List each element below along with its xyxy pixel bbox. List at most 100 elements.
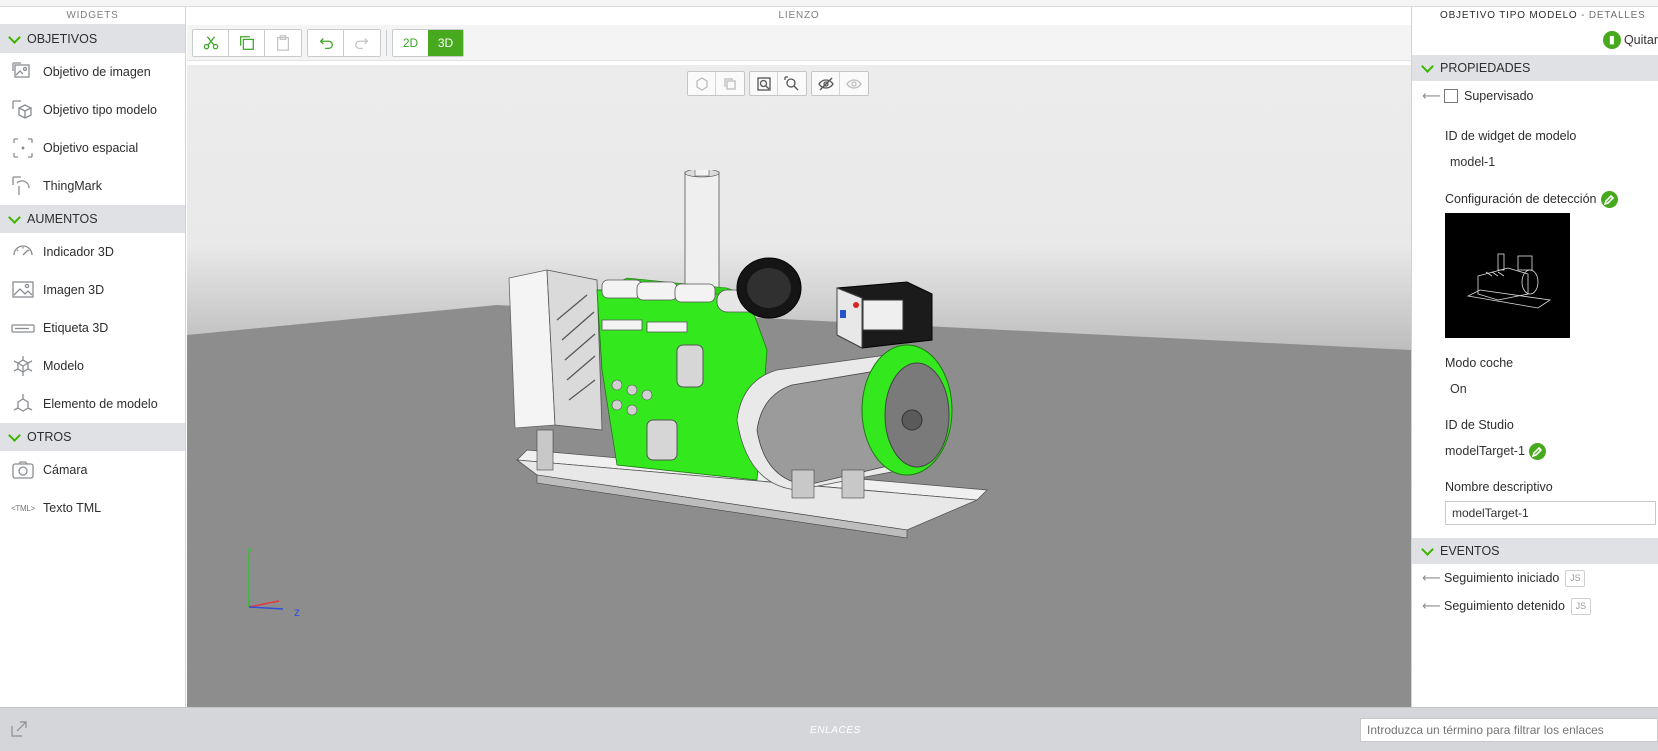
pencil-icon xyxy=(1532,446,1543,457)
undo-button[interactable] xyxy=(308,29,344,56)
details-title-sub: - DETALLES xyxy=(1581,10,1646,21)
gauge-icon xyxy=(10,239,36,265)
zoom-selected-button[interactable] xyxy=(778,72,806,95)
binding-arrow-icon[interactable]: ⟵ xyxy=(1422,598,1441,614)
widget-3d-label[interactable]: Etiqueta 3D xyxy=(0,309,185,347)
event-tracking-stopped[interactable]: ⟵ Seguimiento detenido JS xyxy=(1412,592,1658,620)
section-label: OTROS xyxy=(27,430,72,444)
widget-3d-image[interactable]: Imagen 3D xyxy=(0,271,185,309)
js-button[interactable]: JS xyxy=(1570,597,1591,615)
event-tracking-started[interactable]: ⟵ Seguimiento iniciado JS xyxy=(1412,564,1658,592)
zoom-fit-icon xyxy=(756,76,771,91)
mode-toggle: 2D 3D xyxy=(392,28,464,57)
friendly-name-label: Nombre descriptivo xyxy=(1445,480,1553,494)
generator-model[interactable] xyxy=(507,170,1027,540)
pencil-icon xyxy=(1604,194,1614,205)
model-widget-id-select[interactable]: model-1 xyxy=(1412,151,1658,173)
binding-arrow-icon[interactable]: ⟵ xyxy=(1422,88,1441,104)
copy-icon xyxy=(239,35,254,50)
zoom-selected-icon xyxy=(784,75,799,90)
model-target-icon xyxy=(10,97,36,123)
widget-label: Etiqueta 3D xyxy=(43,321,109,335)
section-aumentos[interactable]: AUMENTOS xyxy=(0,205,185,233)
top-strip xyxy=(0,0,1658,7)
redo-icon xyxy=(355,37,369,49)
studio-id-text: modelTarget-1 xyxy=(1445,444,1525,458)
cube-icon xyxy=(695,76,708,91)
car-mode-select[interactable]: On xyxy=(1412,378,1658,400)
section-objetivos[interactable]: OBJETIVOS xyxy=(0,25,185,53)
detection-config-label: Configuración de detección xyxy=(1412,191,1658,208)
widget-image-target[interactable]: Objetivo de imagen xyxy=(0,53,185,91)
supervised-checkbox[interactable] xyxy=(1444,89,1458,103)
edit-studio-id-button[interactable] xyxy=(1528,443,1546,461)
show-button[interactable] xyxy=(840,72,868,95)
3d-viewport[interactable]: y z xyxy=(187,65,1411,707)
widget-label: Objetivo tipo modelo xyxy=(43,103,157,117)
scissors-icon xyxy=(203,35,218,49)
chevron-down-icon xyxy=(8,210,21,224)
model-outline-preview xyxy=(1466,253,1551,308)
widget-thingmark[interactable]: ThingMark xyxy=(0,167,185,205)
model-icon xyxy=(10,353,36,379)
trash-icon: ▮ xyxy=(1602,31,1621,49)
paste-button[interactable] xyxy=(265,30,301,56)
thingmark-icon xyxy=(10,173,36,199)
edit-detection-button[interactable] xyxy=(1600,191,1618,208)
section-properties[interactable]: PROPIEDADES xyxy=(1412,55,1658,81)
label-icon xyxy=(10,315,36,341)
visibility-group xyxy=(811,71,869,96)
details-title-main: OBJETIVO TIPO MODELO xyxy=(1440,10,1578,21)
duplicate-icon xyxy=(724,77,736,90)
widget-3d-gauge[interactable]: Indicador 3D xyxy=(0,233,185,271)
detection-config-text: Configuración de detección xyxy=(1445,191,1597,206)
widget-label: Cámara xyxy=(43,463,88,477)
view-cube-button[interactable] xyxy=(688,72,716,95)
expand-icon[interactable] xyxy=(10,720,28,738)
hide-button[interactable] xyxy=(812,72,840,95)
view-group xyxy=(687,71,745,96)
tml-icon: <TML> xyxy=(11,503,35,513)
section-otros[interactable]: OTROS xyxy=(0,423,185,451)
chevron-down-icon xyxy=(1421,59,1434,73)
copy-button[interactable] xyxy=(229,29,265,56)
canvas-title: LIENZO xyxy=(187,7,1411,25)
widget-model[interactable]: Modelo xyxy=(0,347,185,385)
paste-icon xyxy=(276,34,290,51)
bindings-bar: ENLACES xyxy=(0,707,1658,751)
app-window: WIDGETS OBJETIVOS Objetivo de imagen Obj… xyxy=(0,0,1658,751)
friendly-name-input[interactable]: modelTarget-1 xyxy=(1445,501,1656,525)
mode-2d-button[interactable]: 2D xyxy=(393,30,428,56)
remove-label: Quitar xyxy=(1623,33,1658,47)
widget-tml-text[interactable]: <TML> Texto TML xyxy=(0,489,185,527)
detection-thumbnail[interactable] xyxy=(1445,213,1570,338)
bindings-filter-input[interactable] xyxy=(1360,718,1658,742)
widget-camera[interactable]: Cámara xyxy=(0,451,185,489)
undo-icon xyxy=(319,37,333,49)
widget-model-item[interactable]: Elemento de modelo xyxy=(0,385,185,423)
zoom-fit-button[interactable] xyxy=(750,72,778,95)
model-item-icon xyxy=(10,391,36,417)
canvas-panel: LIENZO 2D 3D y z xyxy=(187,7,1411,707)
js-button[interactable]: JS xyxy=(1565,569,1586,587)
widget-spatial-target[interactable]: Objetivo espacial xyxy=(0,129,185,167)
widget-model-target[interactable]: Objetivo tipo modelo xyxy=(0,91,185,129)
remove-widget-button[interactable]: ▮ Quitar xyxy=(1412,25,1658,55)
redo-button[interactable] xyxy=(344,30,380,56)
cut-button[interactable] xyxy=(193,29,229,56)
widget-label: Texto TML xyxy=(43,501,102,515)
section-events[interactable]: EVENTOS xyxy=(1412,538,1658,564)
binding-arrow-icon[interactable]: ⟵ xyxy=(1422,570,1441,586)
section-label: EVENTOS xyxy=(1440,544,1500,558)
details-panel: OBJETIVO TIPO MODELO - DETALLES ▮ Quitar… xyxy=(1411,7,1658,707)
mode-3d-button[interactable]: 3D xyxy=(428,29,463,56)
image-target-icon xyxy=(10,59,36,85)
supervised-label: Supervisado xyxy=(1464,89,1534,103)
widgets-panel-title: WIDGETS xyxy=(0,7,185,25)
canvas-toolbar: 2D 3D xyxy=(187,25,1411,61)
edit-group xyxy=(192,28,302,57)
view-copy-button[interactable] xyxy=(716,72,744,95)
studio-id-value: modelTarget-1 xyxy=(1412,440,1658,462)
section-label: AUMENTOS xyxy=(27,212,98,226)
camera-icon xyxy=(10,457,36,483)
